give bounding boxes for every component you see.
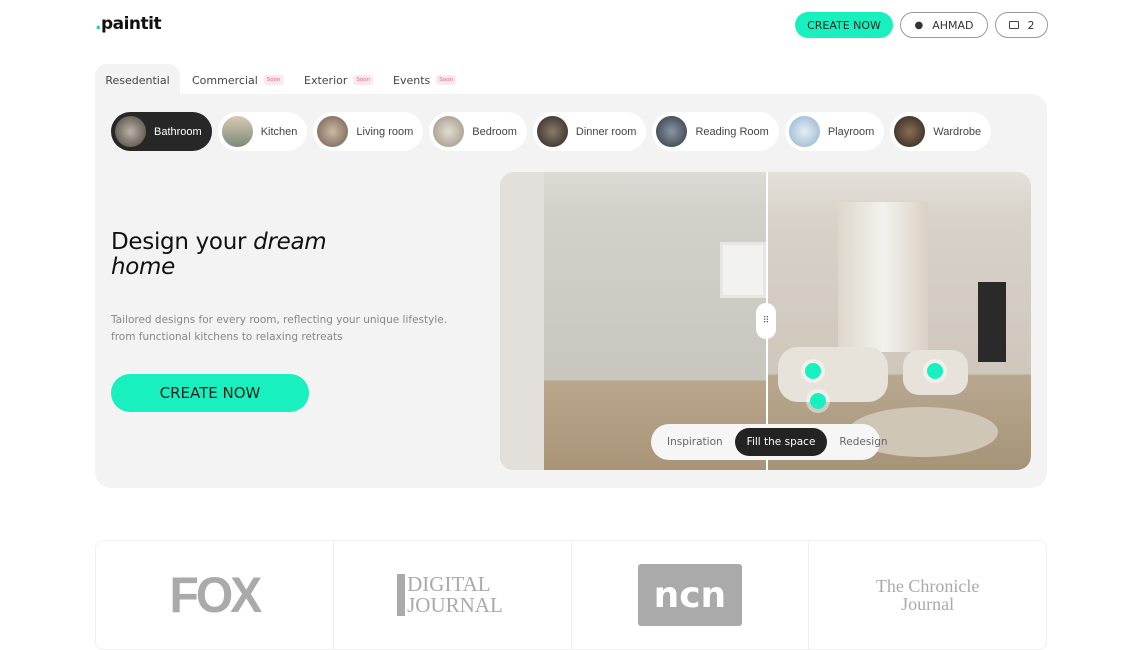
logo-text: DIGITAL JOURNAL bbox=[397, 574, 507, 616]
hotspot[interactable] bbox=[805, 363, 821, 379]
title-italic: dream bbox=[253, 229, 327, 255]
tab-label: Exterior bbox=[304, 73, 348, 87]
hero-description: Tailored designs for every room, reflect… bbox=[111, 314, 448, 343]
gallery-button[interactable]: 2 bbox=[995, 12, 1048, 38]
room-thumbnail bbox=[656, 116, 688, 147]
chip-label: Reading Room bbox=[695, 125, 769, 138]
room-thumbnail bbox=[317, 116, 349, 147]
room-chip-dinner-room[interactable]: Dinner room bbox=[532, 112, 647, 151]
room-chip-bathroom[interactable]: Bathroom bbox=[111, 112, 212, 151]
mode-fill-the-space[interactable]: Fill the space bbox=[734, 428, 828, 456]
room-chip-reading-room[interactable]: Reading Room bbox=[652, 112, 779, 151]
room-thumbnail bbox=[536, 116, 568, 147]
logo-text: ncn bbox=[637, 564, 742, 626]
tab-label: Commercial bbox=[192, 73, 258, 87]
mode-redesign[interactable]: Redesign bbox=[827, 428, 899, 456]
room-chip-playroom[interactable]: Playroom bbox=[784, 112, 885, 151]
soon-badge: Soon bbox=[353, 75, 374, 85]
logo-text: The Chronicle Journal bbox=[875, 576, 980, 614]
curtains bbox=[838, 202, 928, 352]
hotspot[interactable] bbox=[927, 363, 943, 379]
soon-badge: Soon bbox=[263, 75, 284, 85]
chip-label: Playroom bbox=[827, 125, 875, 138]
press-logo-chronicle-journal: The Chronicle Journal bbox=[809, 541, 1046, 649]
logo-text: FOX bbox=[169, 567, 263, 623]
mode-toggle: Inspiration Fill the space Redesign bbox=[651, 424, 888, 460]
tab-label: Resedential bbox=[105, 73, 170, 87]
press-logo-fox: FOX bbox=[96, 541, 334, 649]
chip-label: Bathroom bbox=[154, 125, 202, 138]
create-now-header-button[interactable]: CREATE NOW bbox=[795, 12, 893, 38]
gallery-count: 2 bbox=[1027, 18, 1035, 32]
room-thumbnail bbox=[221, 116, 253, 147]
chip-label: Dinner room bbox=[575, 125, 637, 138]
chip-label: Wardrobe bbox=[933, 125, 982, 138]
logo-text: paintit bbox=[100, 14, 162, 34]
sofa bbox=[778, 347, 888, 402]
room-chips: Bathroom Kitchen Living room Bedroom Din… bbox=[111, 112, 1041, 152]
press-logo-digital-journal: DIGITAL JOURNAL bbox=[334, 541, 572, 649]
room-thumbnail bbox=[433, 116, 465, 147]
soon-badge: Soon bbox=[436, 75, 456, 85]
door-wall bbox=[500, 172, 544, 470]
chip-label: Kitchen bbox=[260, 125, 298, 138]
user-name: AHMAD bbox=[932, 18, 974, 32]
window bbox=[720, 242, 766, 298]
chip-label: Bedroom bbox=[472, 125, 517, 138]
room-chip-living-room[interactable]: Living room bbox=[313, 112, 424, 151]
tab-resedential[interactable]: Resedential bbox=[95, 64, 180, 96]
tab-label: Events bbox=[393, 73, 431, 87]
tab-exterior[interactable]: Exterior Soon bbox=[293, 64, 384, 96]
hotspot[interactable] bbox=[810, 393, 826, 409]
chip-label: Living room bbox=[356, 125, 414, 138]
room-thumbnail bbox=[115, 116, 146, 147]
drag-handle-icon[interactable]: ⠿ bbox=[756, 303, 776, 339]
mode-inspiration[interactable]: Inspiration bbox=[655, 428, 735, 456]
logo[interactable]: .paintit bbox=[95, 14, 162, 34]
image-icon bbox=[1008, 21, 1019, 29]
room-chip-wardrobe[interactable]: Wardrobe bbox=[890, 112, 992, 151]
user-icon: ● bbox=[914, 19, 924, 31]
hero-title: Design your dream home bbox=[111, 229, 327, 280]
title-italic: home bbox=[111, 254, 176, 280]
room-chip-kitchen[interactable]: Kitchen bbox=[217, 112, 308, 151]
tab-commercial[interactable]: Commercial Soon bbox=[181, 64, 295, 96]
tv bbox=[978, 282, 1006, 362]
create-now-button[interactable]: CREATE NOW bbox=[111, 374, 309, 412]
user-button[interactable]: ● AHMAD bbox=[900, 12, 988, 38]
press-logos: FOX DIGITAL JOURNAL ncn The Chronicle Jo… bbox=[95, 540, 1047, 650]
room-thumbnail bbox=[788, 116, 820, 147]
title-plain: Design your bbox=[111, 229, 254, 255]
room-chip-bedroom[interactable]: Bedroom bbox=[429, 112, 527, 151]
room-thumbnail bbox=[894, 116, 926, 147]
press-logo-ncn: ncn bbox=[572, 541, 810, 649]
tab-events[interactable]: Events Soon bbox=[382, 64, 467, 96]
